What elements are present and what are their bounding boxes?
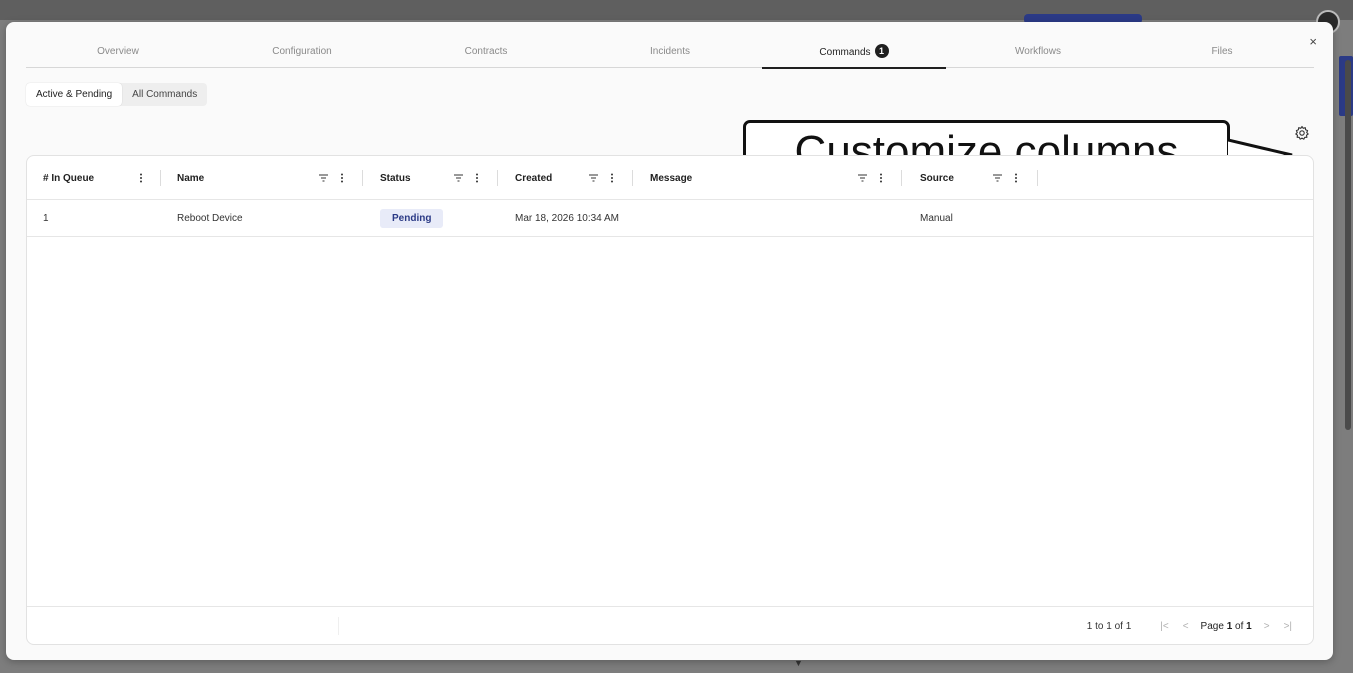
tab-workflows[interactable]: Workflows <box>946 44 1130 67</box>
tab-files[interactable]: Files <box>1130 44 1314 67</box>
commands-count-badge: 1 <box>874 44 889 58</box>
queue-cell: 1 <box>43 213 49 224</box>
command-filter-toggle: Active & Pending All Commands <box>26 83 208 106</box>
status-cell: Pending <box>380 200 444 237</box>
footer-divider <box>338 617 339 635</box>
column-header-queue[interactable]: # In Queue <box>43 156 94 200</box>
customize-columns-gear-icon[interactable] <box>1294 125 1310 141</box>
column-header-message[interactable]: Message <box>650 156 692 200</box>
created-cell: Mar 18, 2026 10:34 AM <box>515 213 619 224</box>
column-menu-icon[interactable] <box>879 173 883 183</box>
commands-table: # In Queue Name Status Created Message S… <box>26 155 1314 645</box>
page-scrollbar[interactable] <box>1345 60 1351 430</box>
device-details-modal: × Overview Configuration Contracts Incid… <box>6 22 1333 660</box>
filter-icon[interactable] <box>993 174 1002 182</box>
column-resize-handle[interactable] <box>497 170 498 186</box>
table-header: # In Queue Name Status Created Message S… <box>27 156 1313 200</box>
filter-icon[interactable] <box>589 174 598 182</box>
name-cell: Reboot Device <box>177 213 243 224</box>
column-header-status[interactable]: Status <box>380 156 411 200</box>
column-resize-handle[interactable] <box>1037 170 1038 186</box>
column-header-created[interactable]: Created <box>515 156 552 200</box>
filter-icon[interactable] <box>858 174 867 182</box>
tab-incidents[interactable]: Incidents <box>578 44 762 67</box>
filter-icon[interactable] <box>454 174 463 182</box>
column-resize-handle[interactable] <box>160 170 161 186</box>
status-badge: Pending <box>380 209 444 228</box>
column-menu-icon[interactable] <box>610 173 614 183</box>
first-page-icon[interactable]: |< <box>1160 621 1168 632</box>
column-menu-icon[interactable] <box>340 173 344 183</box>
table-row[interactable]: 1 Reboot Device Pending Mar 18, 2026 10:… <box>27 200 1313 237</box>
column-menu-icon[interactable] <box>1014 173 1018 183</box>
column-header-name[interactable]: Name <box>177 156 204 200</box>
tab-bar: Overview Configuration Contracts Inciden… <box>26 44 1314 69</box>
pagination: 1 to 1 of 1 |< < Page 1 of 1 > >| <box>1086 607 1299 644</box>
tab-commands-label: Commands <box>819 47 871 58</box>
all-commands-button[interactable]: All Commands <box>122 83 207 106</box>
column-resize-handle[interactable] <box>901 170 902 186</box>
row-count: 1 to 1 of 1 <box>1086 620 1132 632</box>
column-menu-icon[interactable] <box>475 173 479 183</box>
active-pending-button[interactable]: Active & Pending <box>26 83 123 106</box>
last-page-icon[interactable]: >| <box>1284 621 1292 632</box>
page-indicator: Page 1 of 1 <box>1200 620 1252 632</box>
tab-configuration[interactable]: Configuration <box>210 44 394 67</box>
filter-icon[interactable] <box>319 174 328 182</box>
page-total: 1 <box>1246 620 1252 632</box>
chevron-left-icon[interactable]: < <box>1183 621 1189 632</box>
column-menu-icon[interactable] <box>139 173 143 183</box>
tab-overview[interactable]: Overview <box>26 44 210 67</box>
column-header-source[interactable]: Source <box>920 156 954 200</box>
table-footer: 1 to 1 of 1 |< < Page 1 of 1 > >| <box>27 606 1313 644</box>
tab-contracts[interactable]: Contracts <box>394 44 578 67</box>
background-topbar <box>0 0 1353 20</box>
chevron-right-icon[interactable]: > <box>1264 621 1270 632</box>
column-resize-handle[interactable] <box>632 170 633 186</box>
column-resize-handle[interactable] <box>362 170 363 186</box>
tab-commands[interactable]: Commands 1 <box>762 44 946 69</box>
source-cell: Manual <box>920 213 953 224</box>
